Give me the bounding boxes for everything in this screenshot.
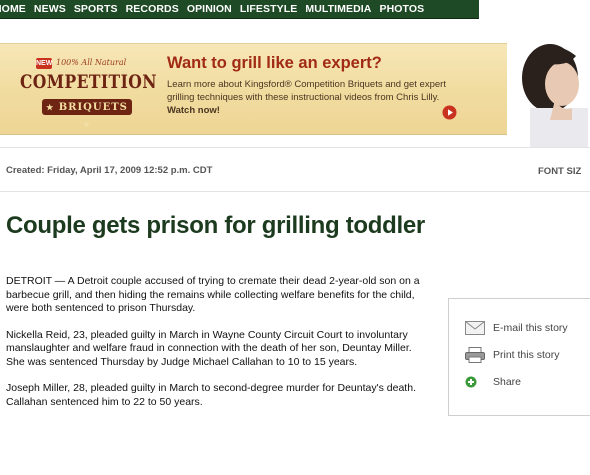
divider xyxy=(0,147,590,148)
print-story-label: Print this story xyxy=(493,349,560,361)
ad-title: Want to grill like an expert? xyxy=(167,54,382,72)
nav-opinion[interactable]: OPINION xyxy=(187,3,232,15)
logo-tagline: 100% All Natural xyxy=(56,58,127,67)
woman-illustration xyxy=(510,28,590,148)
star-icon: ★ xyxy=(46,102,55,112)
ad-logo: NEW 100% All Natural COMPETITION ★ BRIQU… xyxy=(10,51,160,129)
nav-home[interactable]: HOME xyxy=(0,3,26,15)
envelope-icon xyxy=(465,321,485,335)
divider xyxy=(0,191,590,192)
play-icon[interactable] xyxy=(442,105,457,120)
article-paragraph: Nickella Reid, 23, pleaded guilty in Mar… xyxy=(6,328,412,368)
ad-body-text: Learn more about Kingsford® Competition … xyxy=(167,79,446,103)
article-headline: Couple gets prison for grilling toddler xyxy=(6,212,425,239)
font-size-control[interactable]: FONT SIZ xyxy=(538,166,581,177)
plus-icon xyxy=(465,376,477,388)
logo-wordmark: COMPETITION xyxy=(20,71,157,93)
ad-watch-link[interactable]: Watch now! xyxy=(167,105,220,116)
print-story-link[interactable]: Print this story xyxy=(465,347,560,363)
email-story-label: E-mail this story xyxy=(493,322,568,334)
article-paragraph: DETROIT — A Detroit couple accused of tr… xyxy=(6,275,420,314)
nav-photos[interactable]: PHOTOS xyxy=(380,3,425,15)
logo-subtitle-text: BRIQUETS xyxy=(58,102,128,113)
article-paragraph: Joseph Miller, 28, pleaded guilty in Mar… xyxy=(6,382,416,408)
share-label: Share xyxy=(493,376,522,388)
nav-sports[interactable]: SPORTS xyxy=(74,3,118,15)
nav-multimedia[interactable]: MULTIMEDIA xyxy=(305,3,371,15)
email-story-link[interactable]: E-mail this story xyxy=(465,321,568,335)
ad-body: Learn more about Kingsford® Competition … xyxy=(167,78,457,117)
logo-new-badge: NEW xyxy=(36,58,53,69)
printer-icon xyxy=(465,347,485,363)
nav-lifestyle[interactable]: LIFESTYLE xyxy=(240,3,298,15)
nav-records[interactable]: RECORDS xyxy=(126,3,179,15)
created-timestamp: Created: Friday, April 17, 2009 12:52 p.… xyxy=(6,165,213,176)
nav-spacer xyxy=(479,0,590,18)
star-icon: ★ xyxy=(82,119,92,129)
woman-photo xyxy=(510,28,590,148)
article-body: DETROIT — A Detroit couple accused of tr… xyxy=(6,275,426,422)
nav-news[interactable]: NEWS xyxy=(34,3,66,15)
logo-subtitle: ★ BRIQUETS ★ xyxy=(42,99,132,129)
ad-banner[interactable]: NEW 100% All Natural COMPETITION ★ BRIQU… xyxy=(0,43,507,135)
story-tools: E-mail this story Print this story Share xyxy=(448,298,590,416)
share-link[interactable]: Share xyxy=(465,375,521,389)
top-nav: HOME NEWS SPORTS RECORDS OPINION LIFESTY… xyxy=(0,0,479,19)
